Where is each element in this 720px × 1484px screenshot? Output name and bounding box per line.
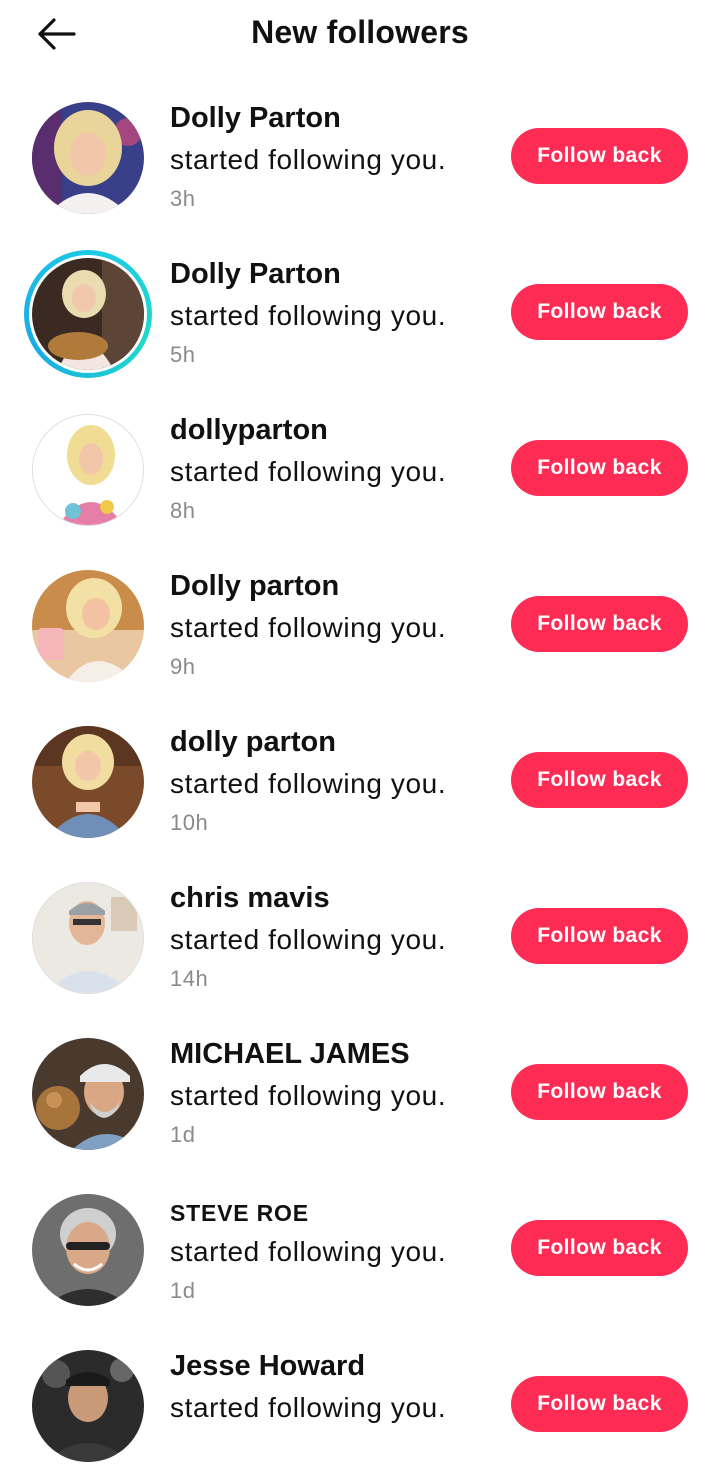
follower-name[interactable]: Dolly Parton [170,258,341,291]
follower-time: 1d [170,1122,196,1147]
follower-time: 5h [170,342,196,367]
follower-row[interactable]: MICHAEL JAMES started following you. 1d … [0,1016,720,1172]
follower-row[interactable]: dollyparton started following you. 8h Fo… [0,392,720,548]
follow-back-button[interactable]: Follow back [511,1220,688,1276]
follow-back-button[interactable]: Follow back [511,128,688,184]
story-ring[interactable] [24,250,152,378]
header: New followers [0,0,720,70]
follower-row[interactable]: Jesse Howard started following you. Foll… [0,1328,720,1484]
follower-name[interactable]: Dolly parton [170,570,339,603]
follow-back-button[interactable]: Follow back [511,752,688,808]
avatar[interactable] [32,1038,144,1150]
follower-name[interactable]: chris mavis [170,882,330,915]
follower-message: started following you. [170,768,447,799]
follower-row[interactable]: Dolly Parton started following you. 5h F… [0,236,720,392]
follower-message: started following you. [170,300,447,331]
follow-back-button[interactable]: Follow back [511,908,688,964]
follower-row[interactable]: STEVE ROE started following you. 1d Foll… [0,1172,720,1328]
follower-name[interactable]: STEVE ROE [170,1200,309,1227]
follower-name[interactable]: Jesse Howard [170,1350,365,1383]
follow-back-button[interactable]: Follow back [511,284,688,340]
avatar[interactable] [32,570,144,682]
follow-back-button[interactable]: Follow back [511,440,688,496]
follower-time: 10h [170,810,209,835]
follower-time: 9h [170,654,196,679]
follower-name[interactable]: dolly parton [170,726,336,759]
follower-time: 3h [170,186,196,211]
avatar[interactable] [32,258,144,370]
follower-message: started following you. [170,456,447,487]
follower-name[interactable]: Dolly Parton [170,102,341,135]
follower-row[interactable]: chris mavis started following you. 14h F… [0,860,720,1016]
follower-message: started following you. [170,1080,447,1111]
page-title: New followers [251,14,469,50]
avatar[interactable] [32,1194,144,1306]
follower-message: started following you. [170,1392,447,1423]
follow-back-button[interactable]: Follow back [511,1064,688,1120]
follower-name[interactable]: dollyparton [170,414,328,447]
avatar[interactable] [32,102,144,214]
follow-back-button[interactable]: Follow back [511,596,688,652]
follower-message: started following you. [170,612,447,643]
follower-time: 8h [170,498,196,523]
follower-row[interactable]: Dolly parton started following you. 9h F… [0,548,720,704]
avatar[interactable] [32,882,144,994]
follower-message: started following you. [170,1236,447,1267]
avatar[interactable] [32,726,144,838]
followers-list: Dolly Parton started following you. 3h F… [0,80,720,1484]
avatar[interactable] [32,1350,144,1462]
follower-time: 14h [170,966,209,991]
follower-name[interactable]: MICHAEL JAMES [170,1038,410,1071]
follower-row[interactable]: Dolly Parton started following you. 3h F… [0,80,720,236]
follower-time: 1d [170,1278,196,1303]
follower-message: started following you. [170,924,447,955]
follower-row[interactable]: dolly parton started following you. 10h … [0,704,720,860]
follow-back-button[interactable]: Follow back [511,1376,688,1432]
avatar[interactable] [32,414,144,526]
follower-message: started following you. [170,144,447,175]
